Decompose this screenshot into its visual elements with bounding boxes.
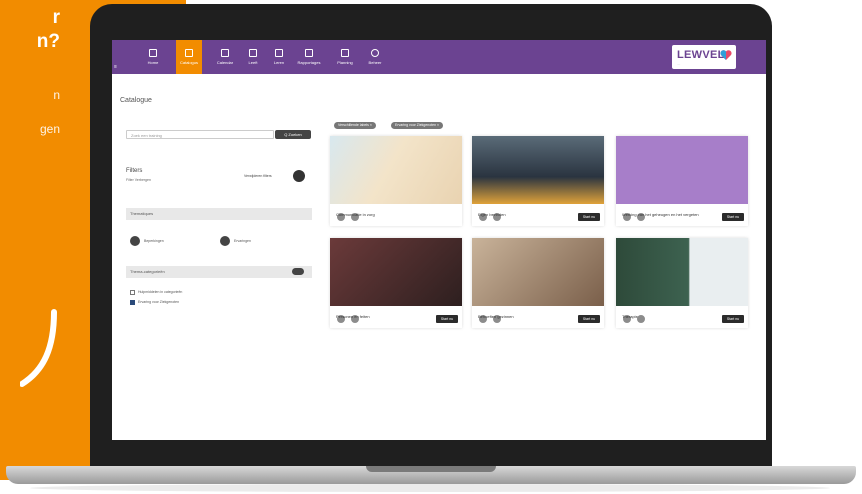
nav-item-catalogus[interactable]: Catalogus <box>176 40 202 74</box>
nav-item-rapportages[interactable]: Rapportages <box>296 40 322 74</box>
course-card[interactable]: Start nu Werking van het geheugen en het… <box>616 136 748 226</box>
clear-filters-label: Verwijderen filters <box>244 174 272 178</box>
home-icon <box>149 49 157 57</box>
course-thumbnail <box>330 238 462 306</box>
active-filter-chip[interactable]: Verschillende labels × <box>334 122 376 129</box>
promo-heading: r n? <box>36 7 60 52</box>
promo-line-1: n <box>53 88 60 102</box>
nav-item-leren[interactable]: Leren <box>266 40 292 74</box>
theme-a-icon[interactable] <box>130 236 140 246</box>
menu-icon[interactable]: ≡ <box>114 64 117 70</box>
course-thumbnail <box>472 238 604 306</box>
course-title: Eigen bevinden <box>478 212 506 217</box>
nav-item-planning[interactable]: Planning <box>332 40 358 74</box>
nav-item-label: Planning <box>337 60 353 65</box>
page-title: Catalogue <box>120 97 152 104</box>
nav-item-beheer[interactable]: Beheer <box>362 40 388 74</box>
chart-icon <box>305 49 313 57</box>
course-thumbnail <box>472 136 604 204</box>
laptop-shadow <box>30 484 830 492</box>
book-icon <box>185 49 193 57</box>
start-button[interactable]: Start nu <box>722 213 744 221</box>
course-card[interactable]: Start nu Personen en feiten <box>330 238 462 328</box>
course-title: Therapie <box>622 314 638 319</box>
course-title: Behoeften gezinnen <box>478 314 514 319</box>
collapse-toggle[interactable] <box>292 268 304 275</box>
nav-item-calendar[interactable]: Calendar <box>212 40 238 74</box>
course-card[interactable]: Start nu Therapie <box>616 238 748 328</box>
nav-item-home[interactable]: Home <box>140 40 166 74</box>
themes-section-header[interactable]: Thematiques <box>126 208 312 220</box>
copy-icon <box>249 49 257 57</box>
course-thumbnail <box>616 238 748 306</box>
laptop-notch <box>366 466 496 472</box>
swoosh-icon <box>20 309 57 387</box>
filters-panel: Filters Filter Verbergen Verwijderen fil… <box>120 158 312 338</box>
start-button[interactable]: Start nu <box>722 315 744 323</box>
filters-hide-toggle[interactable]: Filter Verbergen <box>126 178 151 182</box>
start-button[interactable]: Start nu <box>578 213 600 221</box>
course-title: Personen en feiten <box>336 314 370 319</box>
theme-b-icon[interactable] <box>220 236 230 246</box>
category-label-2: Ervaring voor Ziekgenoten <box>138 300 180 304</box>
nav-item-label: Rapportages <box>297 60 321 65</box>
start-button[interactable]: Start nu <box>436 315 458 323</box>
course-thumbnail <box>616 136 748 204</box>
top-navbar: ≡ Home Catalogus Calendar Leeft Leren Ra… <box>112 40 766 74</box>
active-filter-chip[interactable]: Ervaring voor Ziekgenoten × <box>391 122 444 129</box>
course-title: Werking van het geheugen en het vergeten <box>622 212 699 217</box>
course-card[interactable]: Communicatie in zorg <box>330 136 462 226</box>
nav-item-label: Calendar <box>216 60 234 65</box>
bookmark-icon <box>275 49 283 57</box>
logo-text: LEWVEL <box>677 49 725 61</box>
clear-filters-button[interactable] <box>293 170 305 182</box>
nav-item-label: Catalogus <box>179 60 198 65</box>
logo-subtitle: .... <box>677 62 681 66</box>
course-title: Communicatie in zorg <box>336 212 375 217</box>
start-button[interactable]: Start nu <box>578 315 600 323</box>
theme-b-label: Ervaringen <box>234 239 251 243</box>
course-card[interactable]: Start nu Behoeften gezinnen <box>472 238 604 328</box>
nav-item-label: Beheer <box>368 60 382 65</box>
course-thumbnail <box>330 136 462 204</box>
nav-item-label: Leren <box>273 60 285 65</box>
nav-item-label: Leeft <box>248 60 258 65</box>
heart-logo-icon <box>720 50 732 60</box>
nav-item-label: Home <box>147 60 159 65</box>
theme-a-label: Beperkingen <box>144 239 164 243</box>
category-checkbox-2[interactable] <box>130 300 135 305</box>
laptop-screen: ≡ Home Catalogus Calendar Leeft Leren Ra… <box>112 40 766 440</box>
gear-icon <box>371 49 379 57</box>
category-checkbox-1[interactable] <box>130 290 135 295</box>
search-button[interactable]: Q Zoeken <box>275 130 311 139</box>
nav-item-leeft[interactable]: Leeft <box>240 40 266 74</box>
calendar-icon <box>221 49 229 57</box>
category-section-header[interactable]: Thema-categorieën <box>126 266 312 278</box>
course-card[interactable]: Start nu Eigen bevinden <box>472 136 604 226</box>
category-label-1: Hulpmiddelen in categorieën <box>138 290 183 294</box>
filters-title: Filters <box>126 168 143 174</box>
promo-line-2: gen <box>39 122 60 136</box>
search-input[interactable]: Zoek een training <box>126 130 274 139</box>
grid-icon <box>341 49 349 57</box>
brand-logo[interactable]: LEWVEL .... <box>672 45 736 69</box>
